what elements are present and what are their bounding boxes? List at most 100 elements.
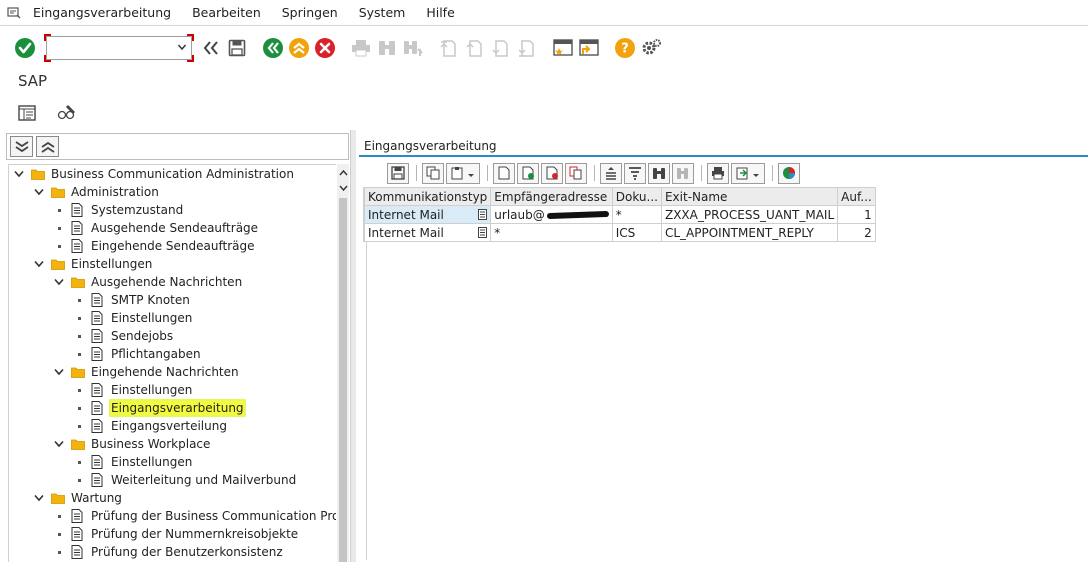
tree-node-label: Business Workplace	[91, 437, 211, 451]
tree-node[interactable]: Prüfung der Benutzerkonsistenz	[53, 543, 283, 561]
scroll-down-arrow[interactable]	[337, 180, 349, 196]
table-row[interactable]: Internet Mail urlaub@ * ZXXA_PROCESS_UANT_M…	[363, 205, 876, 224]
chevron-down-icon[interactable]	[177, 42, 187, 52]
cell-empfaengeradresse[interactable]: urlaub@	[490, 205, 613, 224]
find-grid-button[interactable]	[648, 162, 670, 184]
scroll-up-arrow[interactable]	[337, 164, 349, 180]
cell-exit-name[interactable]: CL_APPOINTMENT_REPLY	[660, 223, 839, 242]
value-help-icon[interactable]	[478, 227, 488, 238]
tree-node[interactable]: Wartung	[33, 489, 122, 507]
last-page-button[interactable]	[514, 35, 540, 61]
insert-row-button[interactable]	[517, 162, 539, 184]
command-field[interactable]	[44, 34, 194, 62]
cell-kommunikationstyp[interactable]: Internet Mail	[363, 205, 492, 224]
graphics-button[interactable]	[778, 162, 800, 184]
display-change-button[interactable]	[54, 100, 80, 126]
tree-node[interactable]: Eingangsverteilung	[73, 417, 227, 435]
chevron-down-icon[interactable]	[53, 435, 65, 453]
collapse-all-button[interactable]	[36, 136, 59, 157]
cell-kommunikationstyp[interactable]: Internet Mail	[363, 223, 492, 242]
new-row-button[interactable]	[493, 162, 515, 184]
chevron-down-icon[interactable]	[33, 255, 45, 273]
cell-auf[interactable]: 1	[837, 205, 876, 224]
panel-splitter[interactable]	[350, 130, 356, 562]
print-button[interactable]	[348, 35, 374, 61]
chevron-down-icon[interactable]	[33, 489, 45, 507]
delete-row-button[interactable]	[541, 162, 563, 184]
tree-node[interactable]: Ausgehende Nachrichten	[53, 273, 242, 291]
save-layout-button[interactable]	[387, 162, 409, 184]
menu-system[interactable]: System	[359, 5, 406, 20]
tree-node[interactable]: Prüfung der Nummernkreisobjekte	[53, 525, 298, 543]
command-input[interactable]	[51, 40, 169, 56]
scroll-thumb[interactable]	[339, 198, 347, 562]
create-session-button[interactable]	[550, 35, 576, 61]
tree-node[interactable]: Einstellungen	[73, 309, 192, 327]
cell-empfaengeradresse[interactable]: *	[490, 223, 613, 242]
tree-node[interactable]: Prüfung der Business Communication Profi…	[53, 507, 336, 525]
exit-button[interactable]	[286, 35, 312, 61]
enter-button[interactable]	[12, 35, 38, 61]
first-page-button[interactable]	[436, 35, 462, 61]
column-header-doku[interactable]: Doku...	[611, 187, 662, 206]
tree-node[interactable]: Business Workplace	[53, 435, 210, 453]
sort-ascending-button[interactable]	[600, 162, 622, 184]
find-button[interactable]	[374, 35, 400, 61]
tree-node[interactable]: Sendejobs	[73, 327, 173, 345]
value-help-icon[interactable]	[478, 209, 488, 220]
menu-eingangsverarbeitung[interactable]: Eingangsverarbeitung	[33, 5, 171, 20]
chevron-down-icon[interactable]	[53, 273, 65, 291]
cancel-button[interactable]	[312, 35, 338, 61]
menu-bearbeiten[interactable]: Bearbeiten	[192, 5, 261, 20]
menu-hilfe[interactable]: Hilfe	[426, 5, 454, 20]
cell-doku[interactable]: *	[611, 205, 662, 224]
find-next-button[interactable]	[400, 35, 426, 61]
cell-auf[interactable]: 2	[837, 223, 876, 242]
tree-node[interactable]: Einstellungen	[33, 255, 152, 273]
copy-button[interactable]	[422, 162, 444, 184]
help-button[interactable]: ?	[612, 35, 638, 61]
next-page-button[interactable]	[488, 35, 514, 61]
menu-springen[interactable]: Springen	[282, 5, 338, 20]
tree-node[interactable]: Eingangsverarbeitung	[73, 399, 246, 417]
cell-exit-name[interactable]: ZXXA_PROCESS_UANT_MAIL	[660, 205, 839, 224]
shortcut-button[interactable]	[576, 35, 602, 61]
chevron-down-icon[interactable]	[13, 165, 25, 183]
tree-node[interactable]: Business Communication Administration	[13, 165, 294, 183]
paste-button[interactable]	[446, 162, 480, 184]
find-next-grid-button[interactable]	[672, 162, 694, 184]
sap-menu-icon[interactable]	[0, 0, 28, 26]
tree-node[interactable]: Ausgehende Sendeaufträge	[53, 219, 258, 237]
tree-node[interactable]: Einstellungen	[73, 453, 192, 471]
filter-button[interactable]	[624, 162, 646, 184]
tree-node[interactable]: Systemzustand	[53, 201, 183, 219]
chevron-down-icon[interactable]	[53, 363, 65, 381]
save-button[interactable]	[224, 35, 250, 61]
document-icon	[71, 544, 85, 560]
column-header-kommunikationstyp[interactable]: Kommunikationstyp	[363, 187, 492, 206]
tree-node[interactable]: Einstellungen	[73, 381, 192, 399]
column-header-auf[interactable]: Auf...	[837, 187, 876, 206]
tree-scrollbar[interactable]	[337, 164, 349, 562]
table-row[interactable]: Internet Mail * ICS CL_APPOINTMENT_REPLY 2	[363, 223, 876, 242]
customize-button[interactable]	[638, 35, 664, 61]
cell-doku[interactable]: ICS	[611, 223, 662, 242]
column-header-empfaengeradresse[interactable]: Empfängeradresse	[490, 187, 613, 206]
toggle-navigation-button[interactable]	[14, 100, 40, 126]
expand-all-button[interactable]	[10, 136, 33, 157]
tree-node[interactable]: Pflichtangaben	[73, 345, 201, 363]
copy-row-button[interactable]	[565, 162, 587, 184]
back-button[interactable]	[260, 35, 286, 61]
chevron-down-icon[interactable]	[33, 183, 45, 201]
tree-node[interactable]: Weiterleitung und Mailverbund	[73, 471, 296, 489]
tree-node[interactable]: SMTP Knoten	[73, 291, 190, 309]
tree-node[interactable]: Eingehende Sendeaufträge	[53, 237, 255, 255]
tree-node[interactable]: Eingehende Nachrichten	[53, 363, 239, 381]
print-grid-button[interactable]	[707, 162, 729, 184]
column-header-exit-name[interactable]: Exit-Name	[660, 187, 839, 206]
export-button[interactable]	[731, 162, 765, 184]
tree-node[interactable]: Administration	[33, 183, 159, 201]
previous-page-button[interactable]	[462, 35, 488, 61]
collapse-command-button[interactable]	[198, 35, 224, 61]
cancel-icon	[315, 38, 335, 58]
